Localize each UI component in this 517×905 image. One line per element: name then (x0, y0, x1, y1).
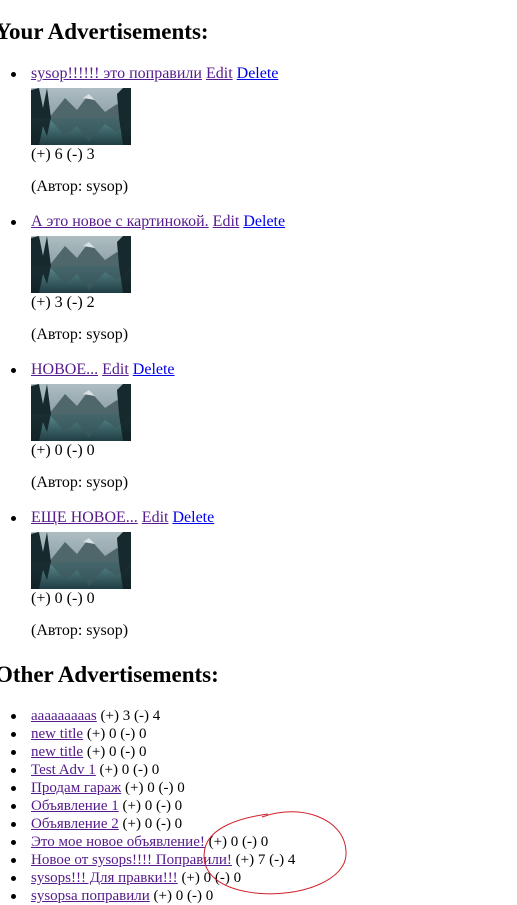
edit-link[interactable]: Edit (213, 213, 240, 230)
ad-title-link[interactable]: sysop!!!!!! это поправили (31, 65, 202, 82)
your-ads-list: sysop!!!!!! это поправили Edit Delete (+… (0, 63, 517, 655)
vote-counts: (+) 0 (-) 0 (122, 798, 183, 814)
ad-thumbnail-image (31, 384, 131, 441)
ad-title-link[interactable]: Это мое новое объявление! (31, 834, 205, 850)
vote-counts: (+) 6 (-) 3 (31, 146, 95, 163)
vote-counts: (+) 0 (-) 0 (86, 726, 147, 742)
vote-counts: (+) 0 (-) 0 (99, 762, 160, 778)
other-ad-item: new title (+) 0 (-) 0 (0, 743, 517, 761)
ad-title-link[interactable]: sysops!!! Для правки!!! (31, 870, 178, 886)
vote-counts: (+) 3 (-) 4 (100, 708, 161, 724)
vote-counts: (+) 3 (-) 2 (31, 294, 95, 311)
ad-title-link[interactable]: Новое от sysops!!!! Поправили! (31, 852, 232, 868)
vote-counts: (+) 0 (-) 0 (31, 442, 95, 459)
other-ad-item: Объявление 1 (+) 0 (-) 0 (0, 797, 517, 815)
other-ad-item: new title (+) 0 (-) 0 (0, 725, 517, 743)
author-label: (Автор: sysop) (31, 178, 129, 195)
your-advertisements-heading: Your Advertisements: (0, 19, 209, 44)
ad-thumbnail-image (31, 88, 131, 145)
your-ad-item: sysop!!!!!! это поправили Edit Delete (+… (0, 63, 517, 211)
edit-link[interactable]: Edit (206, 65, 233, 82)
ad-thumbnail-image (31, 532, 131, 589)
edit-link[interactable]: Edit (102, 361, 129, 378)
other-ad-item: sysops!!! Для правки!!! (+) 0 (-) 0 (0, 869, 517, 887)
other-ads-list: aaaaaaaaas (+) 3 (-) 4 new title (+) 0 (… (0, 707, 517, 905)
vote-counts: (+) 0 (-) 0 (125, 780, 185, 796)
other-ad-item: Новое от sysops!!!! Поправили! (+) 7 (-)… (0, 851, 517, 869)
delete-link[interactable]: Delete (133, 361, 175, 378)
vote-counts: (+) 0 (-) 0 (31, 590, 95, 607)
vote-counts: (+) 0 (-) 0 (122, 816, 183, 832)
your-ad-item: А это новое с картинокой. Edit Delete (+… (0, 211, 517, 359)
ad-title-link[interactable]: А это новое с картинокой. (31, 213, 209, 230)
vote-counts: (+) 7 (-) 4 (235, 852, 296, 868)
ad-title-link[interactable]: Объявление 2 (31, 816, 119, 832)
ad-title-link[interactable]: Объявление 1 (31, 798, 119, 814)
other-ad-item: Объявление 2 (+) 0 (-) 0 (0, 815, 517, 833)
author-label: (Автор: sysop) (31, 474, 129, 491)
other-ad-item: sysopsa поправили (+) 0 (-) 0 (0, 887, 517, 905)
other-ad-item: Это мое новое объявление! (+) 0 (-) 0 (0, 833, 517, 851)
ad-thumbnail-image (31, 236, 131, 293)
ad-title-link[interactable]: Test Adv 1 (31, 762, 96, 778)
ad-title-link[interactable]: НОВОЕ... (31, 361, 98, 378)
ad-title-link[interactable]: new title (31, 726, 83, 742)
other-ad-item: aaaaaaaaas (+) 3 (-) 4 (0, 707, 517, 725)
author-label: (Автор: sysop) (31, 622, 129, 639)
vote-counts: (+) 0 (-) 0 (208, 834, 269, 850)
author-label: (Автор: sysop) (31, 326, 129, 343)
edit-link[interactable]: Edit (142, 509, 169, 526)
other-advertisements-heading: Other Advertisements: (0, 662, 219, 687)
ad-title-link[interactable]: Продам гараж (31, 780, 121, 796)
other-ad-item: Test Adv 1 (+) 0 (-) 0 (0, 761, 517, 779)
other-ad-item: Продам гараж (+) 0 (-) 0 (0, 779, 517, 797)
your-ad-item: ЕЩЕ НОВОЕ... Edit Delete (+) 0 (-) 0 (Ав… (0, 507, 517, 655)
delete-link[interactable]: Delete (237, 65, 279, 82)
delete-link[interactable]: Delete (172, 509, 214, 526)
ad-title-link[interactable]: ЕЩЕ НОВОЕ... (31, 509, 138, 526)
ad-title-link[interactable]: new title (31, 744, 83, 760)
your-ad-item: НОВОЕ... Edit Delete (+) 0 (-) 0 (Автор:… (0, 359, 517, 507)
delete-link[interactable]: Delete (243, 213, 285, 230)
vote-counts: (+) 0 (-) 0 (86, 744, 147, 760)
vote-counts: (+) 0 (-) 0 (181, 870, 242, 886)
ad-title-link[interactable]: aaaaaaaaas (31, 708, 97, 724)
